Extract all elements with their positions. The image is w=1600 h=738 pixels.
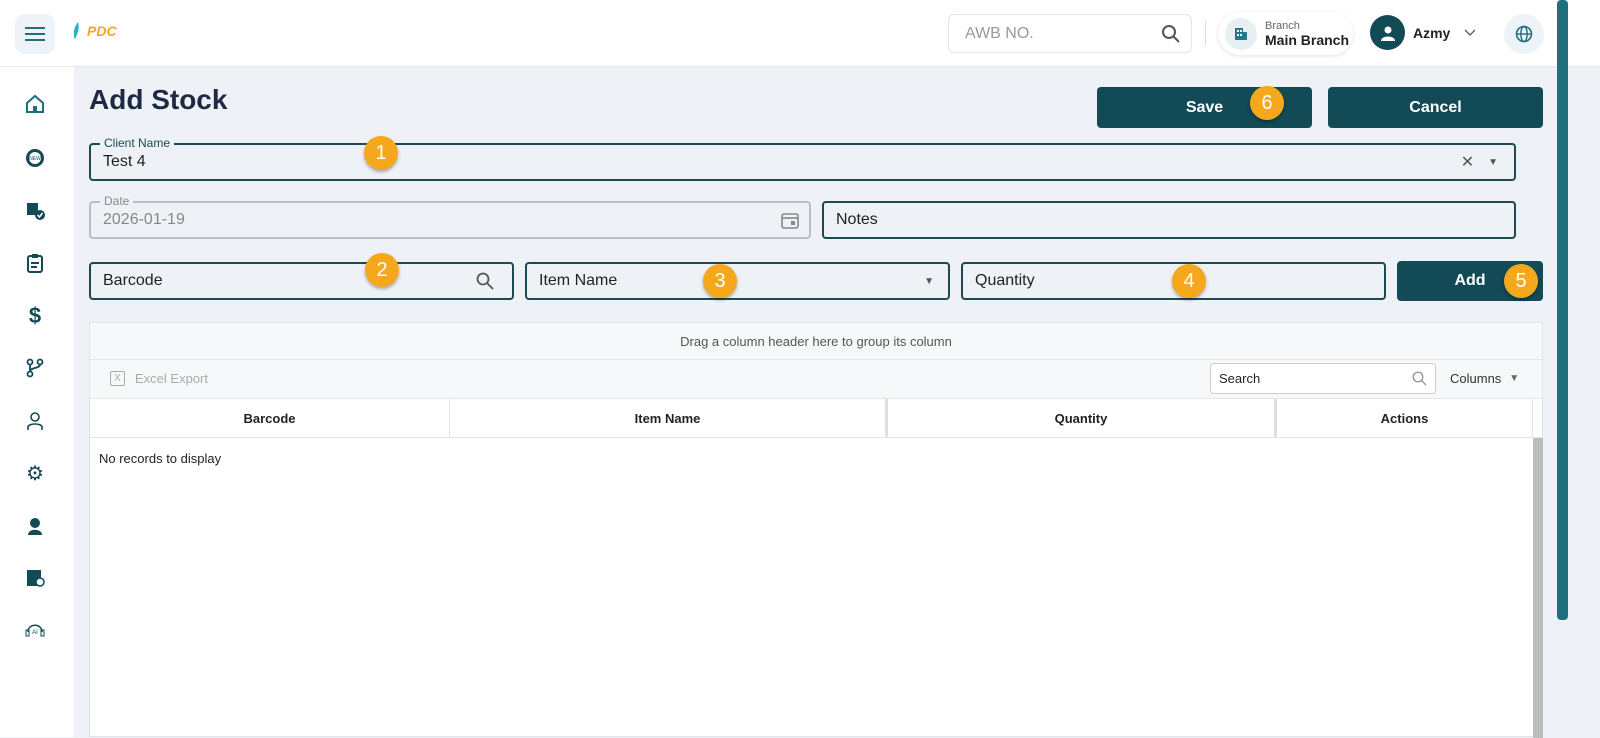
excel-export-label: Excel Export	[135, 371, 208, 386]
dropdown-arrow-icon[interactable]: ▼	[1488, 157, 1498, 168]
client-name-select[interactable]: Client Name Test 4 ✕ ▼	[89, 136, 1516, 181]
logo-text: PDC	[87, 23, 117, 39]
client-name-label: Client Name	[100, 136, 175, 150]
awb-search-input[interactable]: AWB NO.	[948, 14, 1192, 53]
grid-scrollbar[interactable]	[1533, 438, 1543, 738]
branch-value: Main Branch	[1265, 31, 1350, 48]
dollar-icon: $	[28, 303, 42, 328]
new-badge-icon: NEW	[26, 149, 44, 167]
packages-icon	[27, 203, 45, 220]
column-header-actions[interactable]: Actions	[1277, 399, 1533, 437]
sidebar-item-support[interactable]	[24, 515, 46, 537]
excel-icon: X	[110, 371, 125, 386]
step-badge-6: 6	[1250, 86, 1284, 120]
user-icon	[27, 412, 43, 430]
branch-selector[interactable]: Branch Main Branch	[1218, 12, 1353, 55]
language-button[interactable]	[1504, 14, 1544, 54]
excel-export-button[interactable]: X Excel Export	[110, 371, 208, 386]
page-title: Add Stock	[89, 84, 228, 115]
grid-toolbar: X Excel Export Search Columns ▼	[90, 360, 1542, 399]
calendar-icon	[781, 213, 799, 229]
notes-input[interactable]: Notes	[822, 201, 1516, 239]
date-field: Date 2026-01-19	[89, 194, 811, 239]
page-scrollbar[interactable]	[1557, 0, 1568, 620]
sidebar-item-users[interactable]	[24, 410, 46, 432]
step-badge-1: 1	[364, 136, 398, 170]
date-label: Date	[100, 194, 134, 208]
user-name: Azmy	[1413, 24, 1451, 41]
step-badge-2: 2	[365, 253, 399, 287]
column-header-quantity[interactable]: Quantity	[888, 399, 1277, 437]
home-icon	[26, 94, 44, 113]
quantity-placeholder: Quantity	[975, 272, 1035, 289]
globe-icon	[1515, 25, 1533, 43]
grid-header: Barcode Item Name Quantity Actions	[90, 399, 1542, 438]
chevron-down-icon	[1464, 29, 1476, 36]
menu-button[interactable]	[15, 14, 55, 54]
cancel-button[interactable]: Cancel	[1328, 87, 1543, 128]
barcode-placeholder: Barcode	[103, 272, 163, 289]
branch-label: Branch	[1265, 19, 1300, 32]
caret-down-icon: ▼	[1509, 373, 1520, 384]
sidebar-item-packages[interactable]	[24, 199, 46, 221]
column-header-label: Actions	[1380, 410, 1429, 426]
barcode-input[interactable]: Barcode	[89, 262, 514, 300]
building-icon	[1225, 17, 1257, 50]
user-menu[interactable]: Azmy	[1370, 15, 1476, 50]
sidebar-item-new[interactable]: NEW	[24, 147, 46, 169]
client-name-value: Test 4	[103, 153, 146, 170]
branch-icon	[26, 358, 44, 378]
clipboard-icon	[27, 254, 43, 273]
dropdown-arrow-icon[interactable]: ▼	[924, 276, 934, 287]
svg-text:NEW: NEW	[29, 156, 41, 162]
hamburger-icon	[25, 27, 45, 41]
awb-placeholder: AWB NO.	[965, 24, 1034, 42]
ai-headset-icon: AI	[25, 624, 45, 637]
inventory-box-icon	[27, 570, 45, 587]
sidebar-item-orders[interactable]	[24, 252, 46, 274]
columns-button[interactable]: Columns ▼	[1450, 371, 1519, 386]
sidebar-item-settings[interactable]: ⚙	[24, 462, 46, 485]
logo: PDC	[72, 22, 117, 40]
search-icon[interactable]	[476, 272, 494, 290]
svg-text:AI: AI	[32, 630, 38, 636]
empty-message: No records to display	[99, 451, 222, 466]
step-badge-5: 5	[1504, 264, 1538, 298]
date-value: 2026-01-19	[103, 211, 185, 228]
sidebar-item-branches[interactable]	[24, 357, 46, 379]
column-header-barcode[interactable]: Barcode	[90, 399, 450, 437]
sidebar-item-finance[interactable]: $	[24, 303, 46, 328]
column-header-label: Quantity	[1054, 410, 1108, 426]
step-badge-4: 4	[1172, 264, 1206, 298]
top-bar: PDC AWB NO. Branch Main Branch Azmy	[0, 0, 1600, 67]
group-hint: Drag a column header here to group its c…	[680, 333, 952, 349]
sidebar-item-home[interactable]	[24, 93, 46, 115]
clear-icon[interactable]: ✕	[1461, 152, 1474, 172]
search-icon	[1412, 371, 1427, 386]
gear-icon: ⚙	[26, 462, 44, 485]
divider	[1205, 22, 1206, 46]
sidebar-item-ai[interactable]: AI	[24, 620, 46, 642]
columns-label: Columns	[1450, 371, 1502, 386]
logo-leaf-icon	[73, 22, 79, 40]
notes-placeholder: Notes	[836, 211, 878, 228]
column-header-label: Item Name	[634, 410, 701, 426]
grid-search-placeholder: Search	[1219, 371, 1261, 386]
item-name-select[interactable]: Item Name ▼	[525, 262, 950, 300]
step-badge-3: 3	[703, 264, 737, 298]
avatar	[1370, 15, 1405, 50]
sidebar-item-inventory[interactable]	[24, 567, 46, 589]
sidebar: NEW $ ⚙ AI	[0, 67, 74, 737]
column-header-label: Barcode	[243, 410, 296, 426]
column-header-item-name[interactable]: Item Name	[450, 399, 888, 437]
support-agent-icon	[28, 518, 42, 535]
item-name-placeholder: Item Name	[539, 272, 618, 289]
group-panel[interactable]: Drag a column header here to group its c…	[90, 323, 1542, 360]
search-icon[interactable]	[1161, 24, 1181, 44]
stock-grid: Drag a column header here to group its c…	[89, 322, 1543, 738]
grid-search-input[interactable]: Search	[1210, 363, 1436, 394]
